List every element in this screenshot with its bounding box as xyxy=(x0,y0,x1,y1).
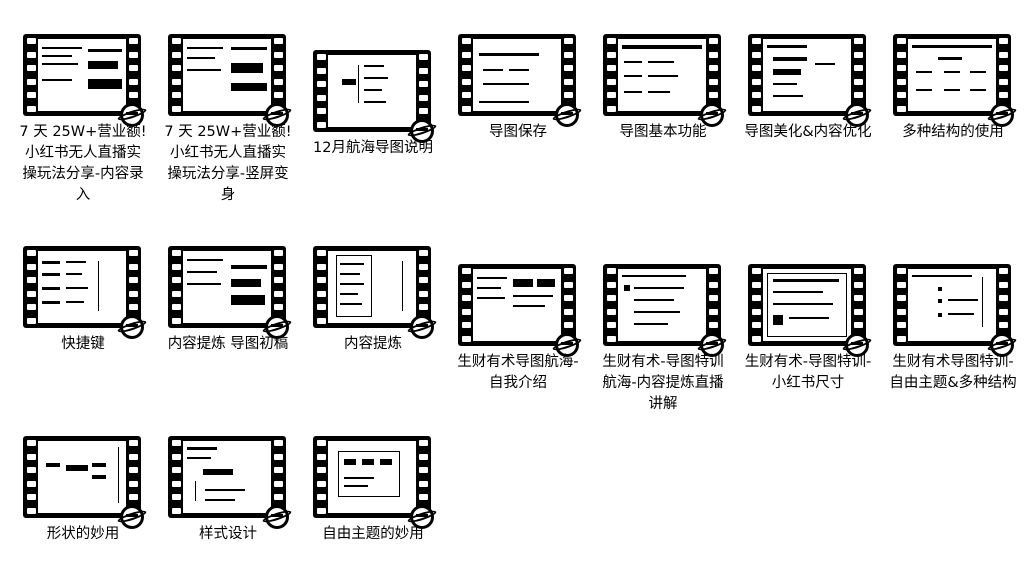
file-label: 生财有术导图航海-自我介绍 xyxy=(457,354,579,391)
video-thumbnail xyxy=(168,34,289,127)
video-thumbnail xyxy=(313,436,434,529)
video-thumbnail xyxy=(23,436,144,529)
video-thumbnail xyxy=(603,264,724,357)
video-thumbnail xyxy=(748,34,869,127)
file-label: 生财有术-导图特训-小红书尺寸 xyxy=(744,354,872,391)
video-thumbnail xyxy=(168,436,289,529)
video-thumbnail xyxy=(893,264,1014,357)
video-thumbnail xyxy=(748,264,869,357)
video-thumbnail xyxy=(23,246,144,339)
video-thumbnail xyxy=(603,34,724,127)
video-thumbnail xyxy=(168,246,289,339)
video-thumbnail xyxy=(23,34,144,127)
file-label: 内容提炼 导图初稿 xyxy=(167,336,289,352)
file-label: 7 天 25W+营业额!小红书无人直播实操玩法分享-内容录入 xyxy=(19,124,147,203)
file-label: 7 天 25W+营业额!小红书无人直播实操玩法分享-竖屏变身 xyxy=(164,124,292,203)
file-label: 自由主题的妙用 xyxy=(322,526,424,542)
file-label: 形状的妙用 xyxy=(46,526,120,542)
video-thumbnail xyxy=(458,264,579,357)
file-label: 快捷键 xyxy=(61,336,105,352)
video-thumbnail xyxy=(458,34,579,127)
file-label: 内容提炼 xyxy=(344,336,402,352)
file-label: 样式设计 xyxy=(199,526,257,542)
file-label: 导图基本功能 xyxy=(619,124,707,140)
file-label: 生财有术导图特训-自由主题&多种结构 xyxy=(889,354,1017,391)
video-thumbnail xyxy=(313,246,434,339)
file-label: 导图保存 xyxy=(489,124,547,140)
video-thumbnail xyxy=(313,50,434,143)
file-label: 导图美化&内容优化 xyxy=(744,124,872,140)
file-label: 生财有术-导图特训航海-内容提炼直播讲解 xyxy=(602,354,724,412)
video-thumbnail xyxy=(893,34,1014,127)
file-label: 多种结构的使用 xyxy=(902,124,1004,140)
file-label: 12月航海导图说明 xyxy=(313,140,433,156)
